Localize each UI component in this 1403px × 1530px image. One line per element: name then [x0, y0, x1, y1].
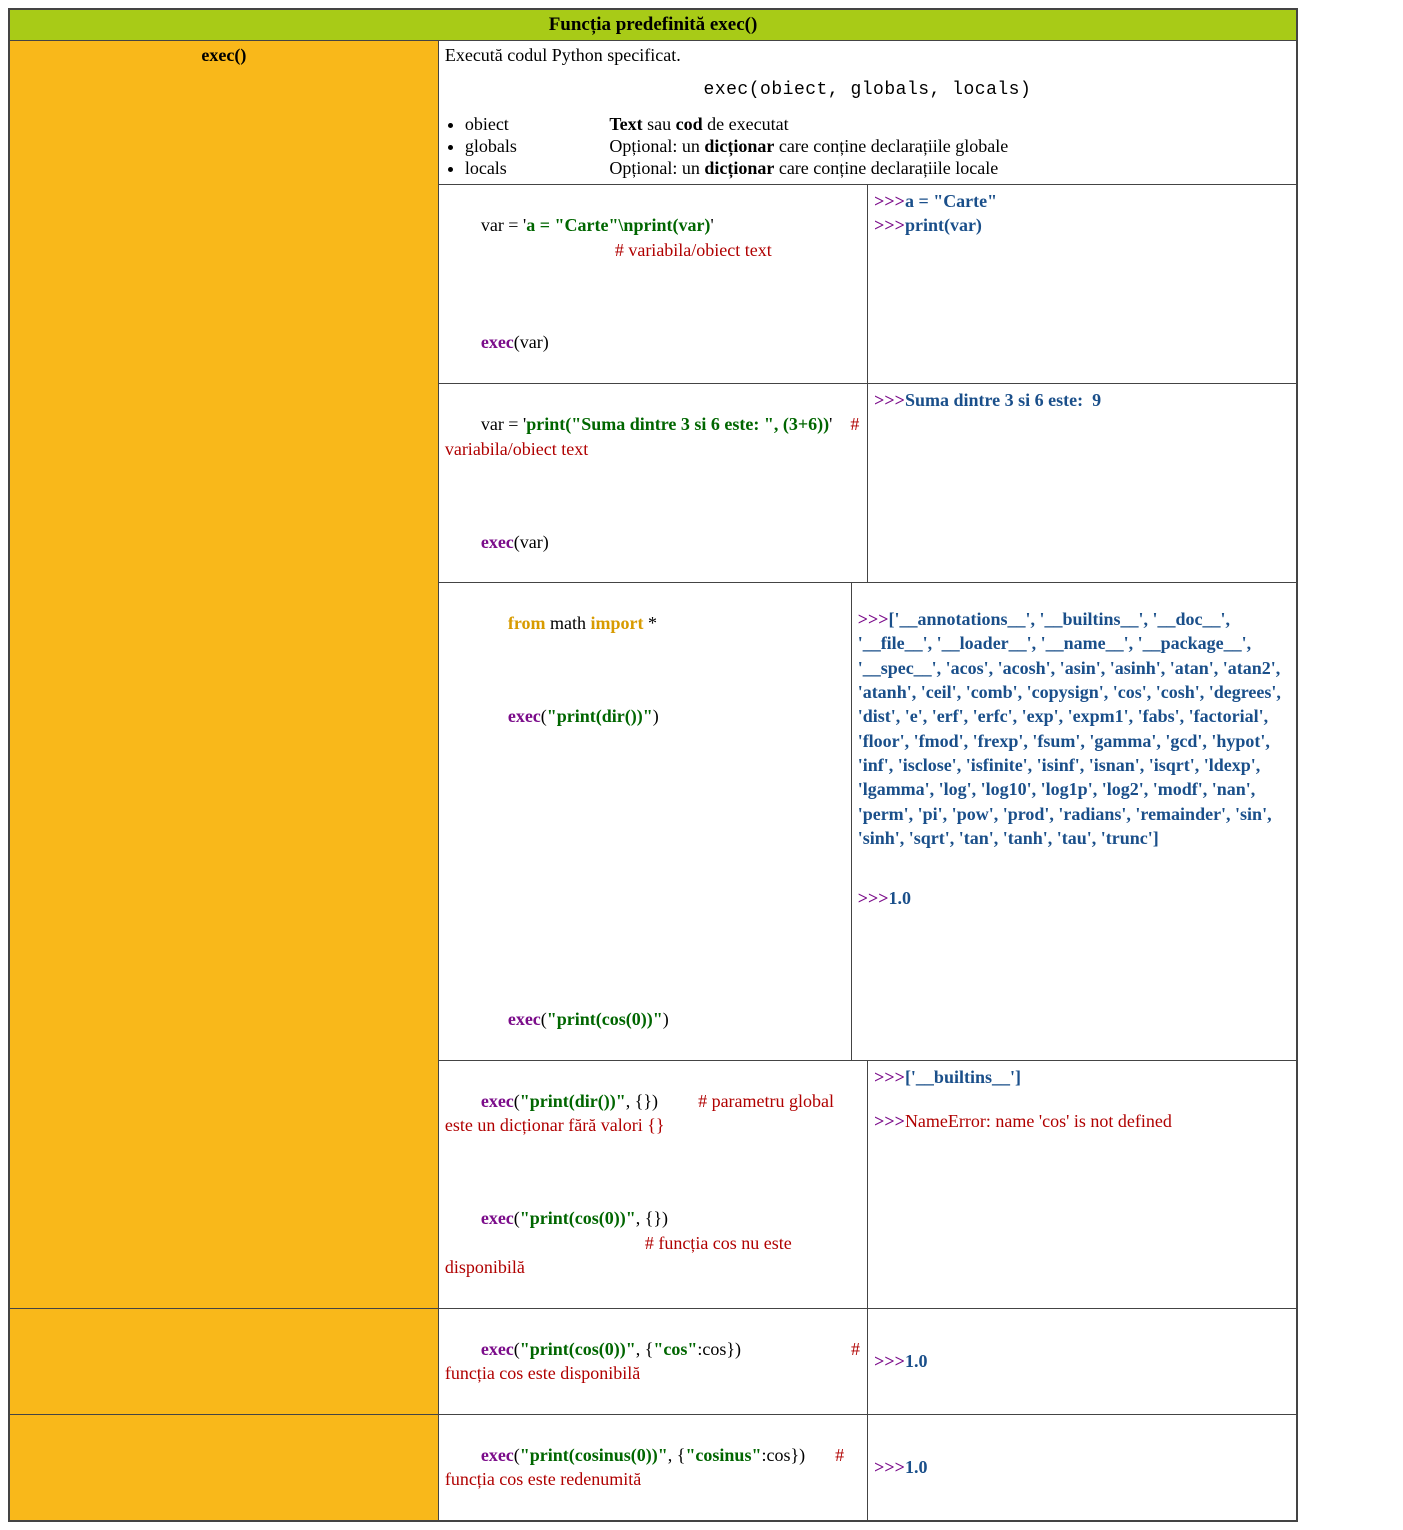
example-3-output: >>>['__annotations__', '__builtins__', '…	[851, 583, 1296, 1060]
param-obiect: obiect Text sau cod de executat	[465, 114, 1290, 135]
exec-function-table: Funcția predefinită exec() exec() Execut…	[8, 8, 1298, 1522]
example-2-code: var = 'print("Suma dintre 3 si 6 este: "…	[438, 384, 867, 583]
example-6-output: >>>1.0	[868, 1414, 1297, 1521]
param-globals: globals Opțional: un dicționar care conț…	[465, 136, 1290, 157]
example-2-output: >>>Suma dintre 3 si 6 este: 9	[868, 384, 1297, 583]
function-name-cell: exec()	[9, 41, 438, 1309]
example-6-code: exec("print(cosinus(0))", {"cosinus":cos…	[438, 1414, 867, 1521]
param-locals: locals Opțional: un dicționar care conți…	[465, 158, 1290, 179]
description-cell: Execută codul Python specificat. exec(ob…	[438, 41, 1297, 185]
description-lead: Execută codul Python specificat.	[445, 45, 1290, 66]
example-5-output: >>>1.0	[868, 1308, 1297, 1414]
example-5-code: exec("print(cos(0))", {"cos":cos})# func…	[438, 1308, 867, 1414]
table-title: Funcția predefinită exec()	[9, 9, 1297, 41]
example-3: from math import * exec("print(dir())") …	[438, 583, 1297, 1061]
signature: exec(obiect, globals, locals)	[445, 80, 1290, 100]
example-4-code: exec("print(dir())", {})# parametru glob…	[438, 1060, 867, 1308]
example-1-code: var = 'a = "Carte"\nprint(var)'# variabi…	[438, 185, 867, 384]
spacer-cell-2	[9, 1414, 438, 1521]
example-4-output: >>>['__builtins__'] >>>NameError: name '…	[868, 1060, 1297, 1308]
example-3-code: from math import * exec("print(dir())") …	[439, 583, 851, 1060]
param-list: obiect Text sau cod de executat globals …	[465, 114, 1290, 179]
spacer-cell-1	[9, 1308, 438, 1414]
example-1-output: >>>a = "Carte" >>>print(var)	[868, 185, 1297, 384]
